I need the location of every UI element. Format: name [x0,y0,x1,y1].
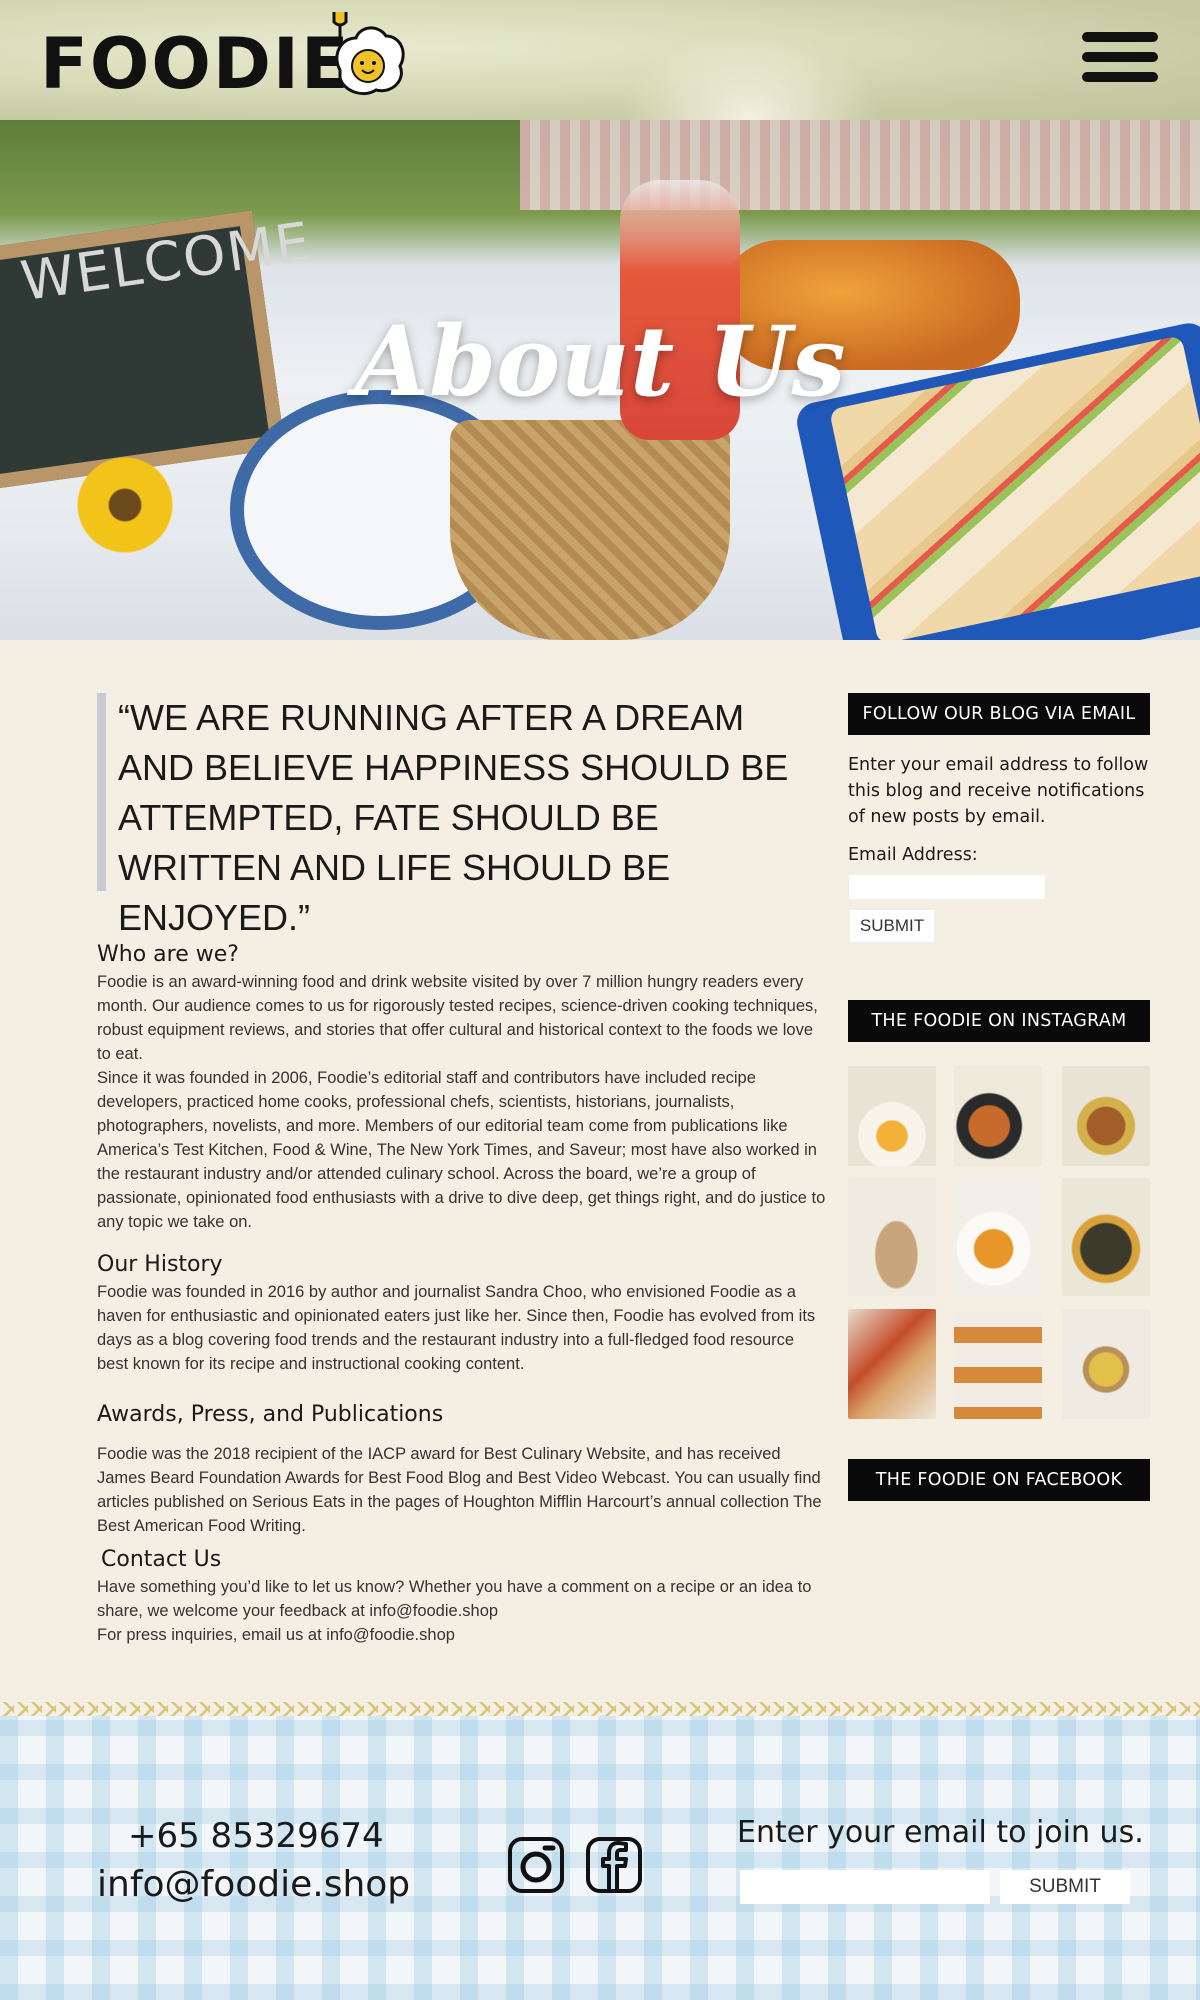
instagram-thumbnail[interactable] [1062,1178,1150,1296]
follow-blog-description: Enter your email address to follow this … [848,755,1149,827]
blockquote: “WE ARE RUNNING AFTER A DREAM AND BELIEV… [97,693,825,938]
section-contact-us: Contact Us Have something you’d like to … [97,1545,827,1647]
instagram-heading: THE FOODIE ON INSTAGRAM [848,1000,1150,1042]
egg-icon [332,12,405,95]
section-paragraph: Foodie was the 2018 recipient of the IAC… [97,1445,822,1535]
instagram-thumbnail[interactable] [848,1066,936,1166]
section-heading: Who are we? [97,942,239,967]
footer-divider [0,1702,1200,1716]
section-heading: Awards, Press, and Publications [97,1402,444,1427]
page-title: About Us [354,305,846,418]
instagram-thumbnail[interactable] [1062,1309,1150,1419]
footer-submit-button[interactable]: SUBMIT [1000,1870,1130,1904]
hero-banner: WELCOME About Us [0,120,1200,640]
instagram-thumbnail[interactable] [954,1066,1042,1166]
instagram-icon[interactable] [507,1836,565,1894]
instagram-thumbnail[interactable] [954,1178,1042,1296]
instagram-thumbnail[interactable] [848,1178,936,1296]
facebook-icon[interactable] [585,1836,643,1894]
menu-bar [1082,32,1158,42]
footer-phone[interactable]: +65 85329674 [128,1816,384,1856]
section-paragraph: Have something you’d like to let us know… [97,1578,812,1620]
section-paragraph: Foodie was founded in 2016 by author and… [97,1283,816,1373]
instagram-thumbnail[interactable] [954,1309,1042,1419]
instagram-thumbnail[interactable] [848,1309,936,1419]
section-awards: Awards, Press, and Publications Foodie w… [97,1400,827,1538]
hero-tablecloth [520,120,1200,210]
section-paragraph: Foodie is an award-winning food and drin… [97,973,818,1063]
hero-sunflower [70,450,180,560]
section-who-are-we: Who are we? Foodie is an award-winning f… [97,940,827,1234]
facebook-heading: THE FOODIE ON FACEBOOK [848,1459,1150,1501]
email-address-label: Email Address: [848,845,978,865]
hero-basket [450,420,730,640]
hamburger-menu-icon[interactable] [1082,32,1158,88]
menu-bar [1082,72,1158,82]
section-our-history: Our History Foodie was founded in 2016 b… [97,1250,827,1376]
section-heading: Contact Us [101,1547,222,1572]
section-paragraph: Since it was founded in 2006, Foodie’s e… [97,1069,826,1231]
section-heading: Our History [97,1252,223,1277]
site-header: FOODIE [0,0,1200,120]
follow-blog-heading: FOLLOW OUR BLOG VIA EMAIL [848,693,1150,735]
footer-email[interactable]: info@foodie.shop [97,1864,410,1905]
instagram-thumbnail[interactable] [1062,1066,1150,1166]
menu-bar [1082,52,1158,62]
quote-text: “WE ARE RUNNING AFTER A DREAM AND BELIEV… [118,697,789,938]
follow-email-input[interactable] [848,874,1046,900]
follow-submit-button[interactable]: SUBMIT [849,909,935,943]
footer-email-input[interactable] [740,1870,990,1904]
site-logo[interactable]: FOODIE [40,22,351,106]
section-paragraph: For press inquiries, email us at info@fo… [97,1626,455,1644]
footer-join-text: Enter your email to join us. [737,1815,1144,1850]
